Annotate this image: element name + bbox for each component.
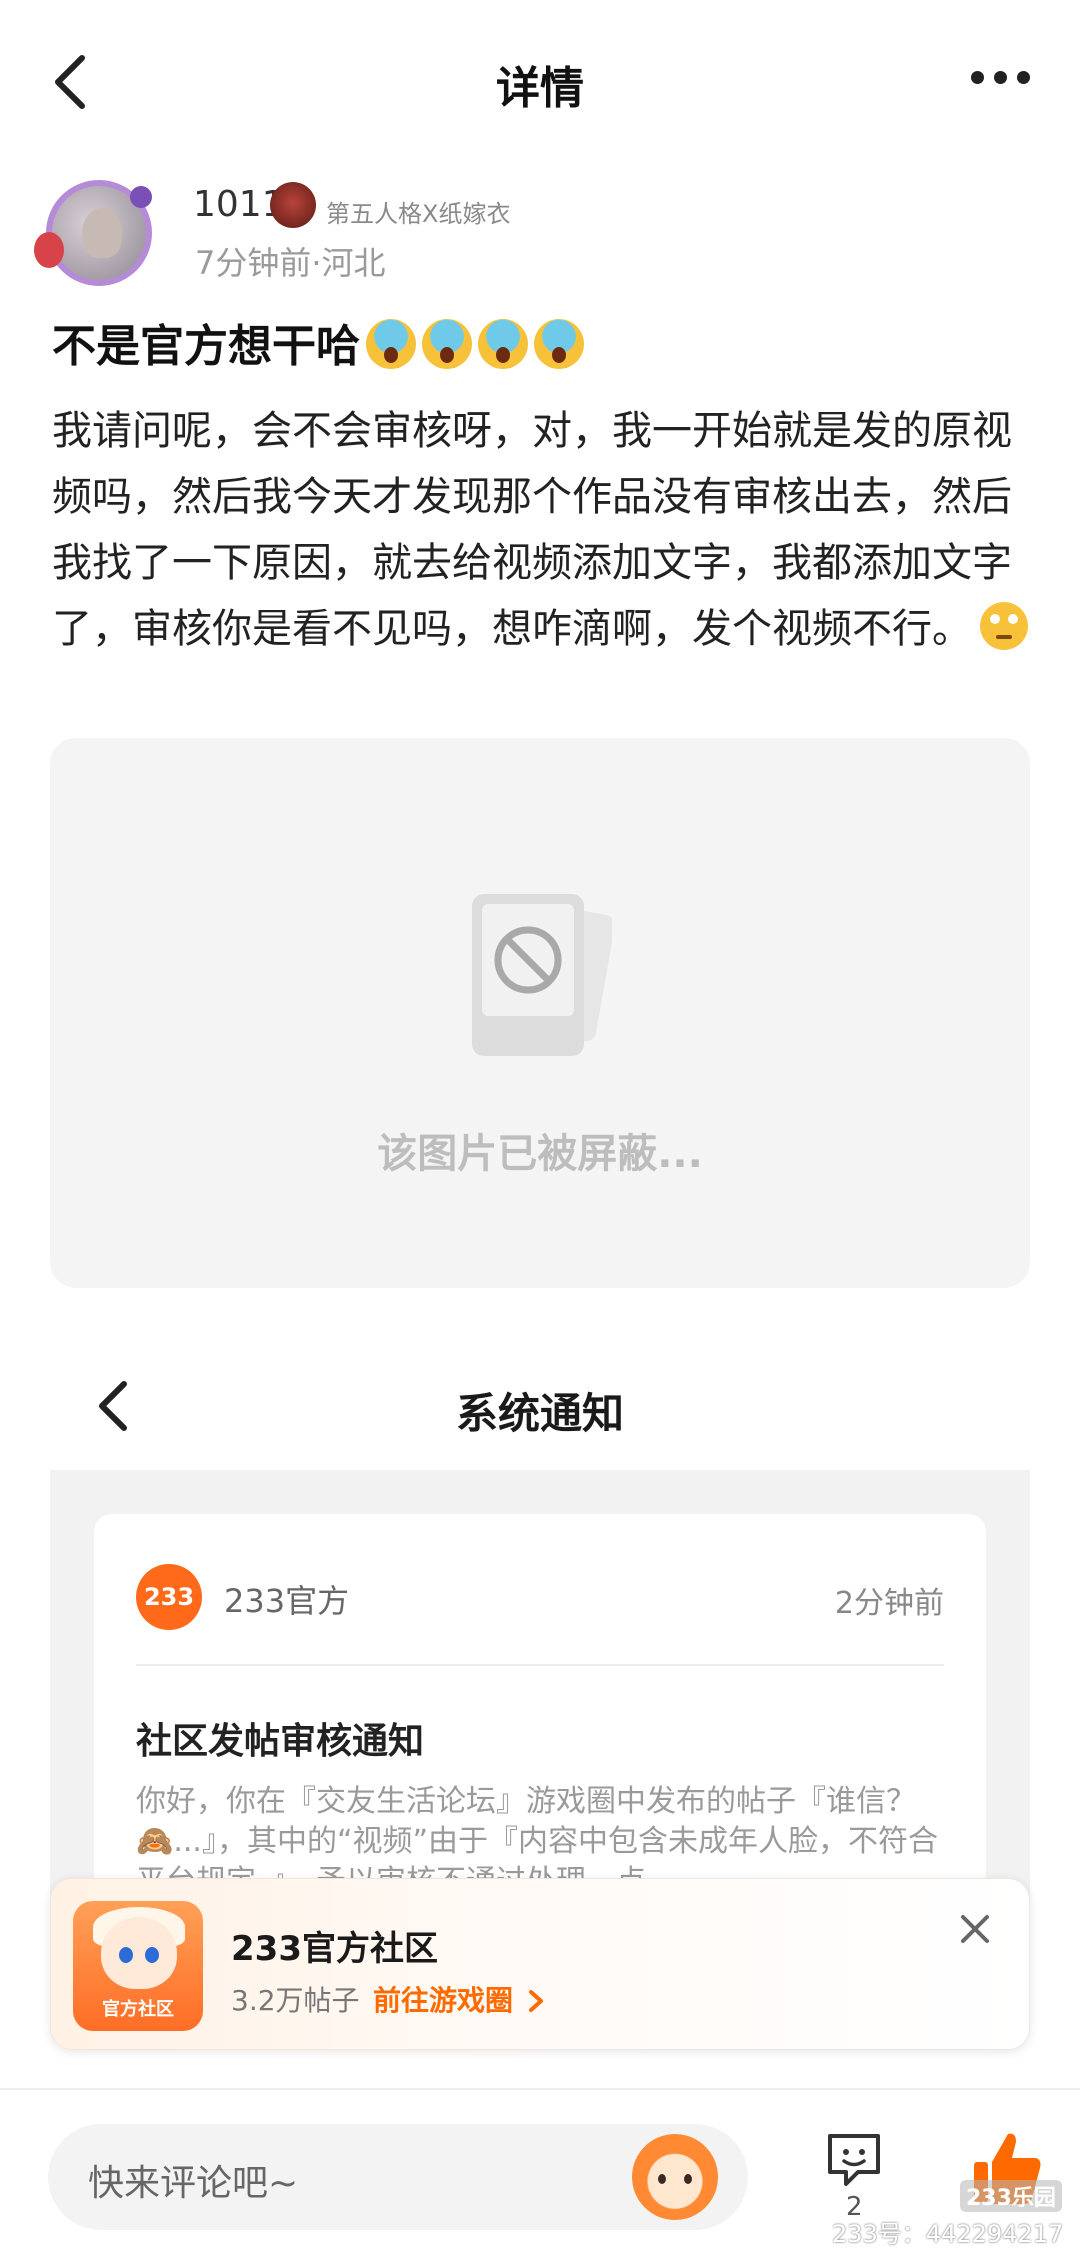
mascot-eye xyxy=(145,1947,159,1963)
eye-roll-emoji-icon xyxy=(980,602,1028,650)
avatar-frame-strawberry-icon xyxy=(34,232,64,268)
post-body-text: 我请问呢，会不会审核呀，对，我一开始就是发的原视频吗，然后我今天才发现那个作品没… xyxy=(52,408,1012,652)
post-time-location: 7分钟前·河北 xyxy=(195,244,386,282)
mascot-face xyxy=(101,1917,177,1989)
watermark-id: 233号：442294217 xyxy=(832,2220,1064,2248)
watermark-logo: 233乐园 xyxy=(960,2180,1062,2212)
game-title-badge: 第五人格X纸嫁衣 xyxy=(326,200,511,228)
more-dot-icon xyxy=(993,70,1007,84)
notice-header: 系统通知 xyxy=(50,1340,1030,1470)
more-options-button[interactable] xyxy=(960,52,1040,102)
bottom-divider xyxy=(0,2088,1080,2090)
blocked-image-text: 该图片已被屏蔽... xyxy=(377,1131,703,1177)
close-icon[interactable] xyxy=(951,1905,999,1953)
post-title: 不是官方想干哈 xyxy=(52,310,584,374)
scream-emoji-icon xyxy=(422,319,472,369)
notice-sender: 233官方 xyxy=(224,1582,350,1620)
chevron-right-icon xyxy=(528,1990,543,2012)
go-to-game-circle-link[interactable]: 前往游戏圈 xyxy=(373,1979,545,2019)
top-bar: 详情 xyxy=(0,0,1080,160)
mascot-eye xyxy=(119,1947,133,1963)
notice-heading: 社区发帖审核通知 xyxy=(136,1721,425,1762)
notice-time: 2分钟前 xyxy=(834,1586,944,1621)
community-icon-label: 官方社区 xyxy=(102,1999,174,2020)
mascot-emoji-icon[interactable] xyxy=(632,2134,718,2220)
blocked-image[interactable]: 该图片已被屏蔽... xyxy=(50,738,1030,1288)
game-title-badge-icon xyxy=(270,182,316,228)
community-post-count: 3.2万帖子 xyxy=(231,1984,360,2017)
more-dot-icon xyxy=(970,70,984,84)
avatar[interactable] xyxy=(30,178,160,288)
blocked-image-icon xyxy=(472,894,612,1056)
comment-input[interactable]: 快来评论吧~ xyxy=(48,2124,748,2230)
post-body: 我请问呢，会不会审核呀，对，我一开始就是发的原视频吗，然后我今天才发现那个作品没… xyxy=(52,398,1032,662)
community-mascot-icon: 官方社区 xyxy=(73,1901,203,2031)
scream-emoji-icon xyxy=(366,319,416,369)
comment-icon[interactable] xyxy=(822,2128,886,2192)
comment-placeholder: 快来评论吧~ xyxy=(88,2163,299,2204)
more-dot-icon xyxy=(1016,70,1030,84)
page-title: 详情 xyxy=(496,63,584,114)
notice-title: 系统通知 xyxy=(455,1389,624,1438)
community-banner[interactable]: 官方社区 233官方社区 3.2万帖子 前往游戏圈 xyxy=(50,1878,1030,2050)
post-title-text: 不是官方想干哈 xyxy=(52,321,360,372)
divider xyxy=(136,1664,944,1666)
avatar-frame-flower-icon xyxy=(130,186,152,208)
author-row: 1011 第五人格X纸嫁衣 7分钟前·河北 xyxy=(30,178,1030,288)
scream-emoji-icon xyxy=(478,319,528,369)
go-to-game-circle-label: 前往游戏圈 xyxy=(373,1984,514,2017)
community-name: 233官方社区 xyxy=(231,1929,438,1969)
scream-emoji-icon xyxy=(534,319,584,369)
233-logo-icon: 233 xyxy=(136,1564,202,1630)
